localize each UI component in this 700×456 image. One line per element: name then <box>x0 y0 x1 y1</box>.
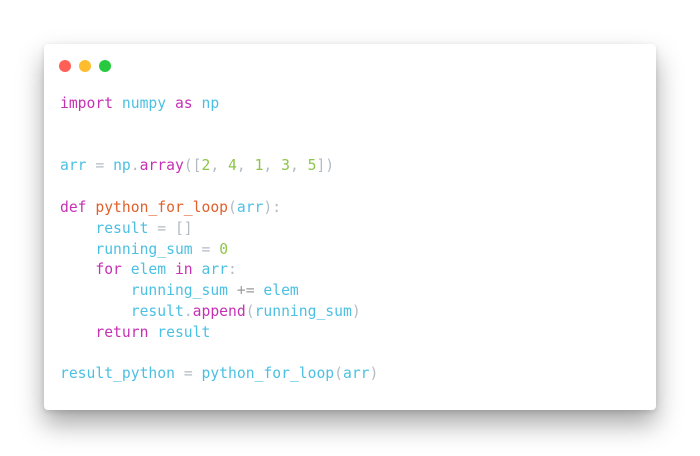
code-token: np <box>113 157 131 175</box>
code-token: arr <box>201 261 229 279</box>
code-token: numpy <box>121 95 167 112</box>
code-token: = <box>157 219 167 237</box>
code-line: running_sum += elem <box>60 281 378 302</box>
code-line: return result <box>60 323 378 344</box>
code-token: ( <box>245 302 255 320</box>
code-token: , <box>210 157 229 175</box>
code-token: np <box>201 95 220 112</box>
code-block: import numpy as np​​arr = np.array([2, 4… <box>60 94 378 385</box>
code-token: result <box>157 323 211 341</box>
code-line: result_python = python_for_loop(arr) <box>60 364 378 385</box>
code-token: in <box>174 261 193 279</box>
code-token: running_sum <box>254 302 352 320</box>
code-line: result.append(running_sum) <box>60 302 378 323</box>
code-token: = <box>183 365 193 383</box>
code-token: ]) <box>316 157 335 175</box>
code-token: . <box>130 157 140 175</box>
code-token: elem <box>263 282 299 300</box>
code-token: arr <box>60 157 87 175</box>
code-token: ): <box>263 198 282 216</box>
code-token: , <box>263 157 282 175</box>
code-token: : <box>228 261 237 279</box>
code-token: elem <box>130 261 167 279</box>
code-line: arr = np.array([2, 4, 1, 3, 5]) <box>60 156 378 177</box>
code-token: [] <box>174 219 193 237</box>
code-token: ( <box>334 365 343 383</box>
code-line: ​ <box>60 136 378 157</box>
code-token: ) <box>351 302 361 320</box>
code-token: result_python <box>60 365 175 383</box>
code-token: 0 <box>219 240 229 258</box>
code-token: = <box>95 157 105 175</box>
code-line: import numpy as np <box>60 94 378 115</box>
code-token: def <box>60 198 87 216</box>
code-token: arr <box>342 365 370 383</box>
code-line: running_sum = 0 <box>60 240 378 261</box>
code-token: as <box>174 95 193 112</box>
code-line: ​ <box>60 177 378 198</box>
code-line: for elem in arr: <box>60 260 378 281</box>
close-button[interactable] <box>59 60 71 72</box>
minimize-button[interactable] <box>79 60 91 72</box>
code-token: python_for_loop <box>95 198 229 216</box>
code-token: arr <box>236 198 264 216</box>
code-token: . <box>183 302 193 320</box>
code-token: return <box>95 323 149 341</box>
code-token: , <box>289 157 308 175</box>
maximize-button[interactable] <box>99 60 111 72</box>
code-line: def python_for_loop(arr): <box>60 198 378 219</box>
code-token: ) <box>369 365 379 383</box>
code-token: result <box>95 219 149 237</box>
code-window: import numpy as np​​arr = np.array([2, 4… <box>44 44 656 410</box>
code-token: += <box>236 282 255 300</box>
code-token: 4 <box>228 157 237 175</box>
code-token: , <box>236 157 255 175</box>
code-token: append <box>192 302 246 320</box>
code-token: 3 <box>281 157 290 175</box>
code-line: ​ <box>60 344 378 365</box>
code-token: for <box>95 261 122 279</box>
code-line: ​ <box>60 115 378 136</box>
code-token: running_sum <box>95 240 193 258</box>
window-controls <box>59 60 111 72</box>
code-token: result <box>130 302 184 320</box>
code-token: ([ <box>183 157 202 175</box>
code-token: import <box>60 95 114 112</box>
code-token: ( <box>228 198 237 216</box>
code-token: array <box>139 157 184 175</box>
code-token: python_for_loop <box>201 365 335 383</box>
code-token: running_sum <box>130 282 229 300</box>
code-line: result = [] <box>60 219 378 240</box>
